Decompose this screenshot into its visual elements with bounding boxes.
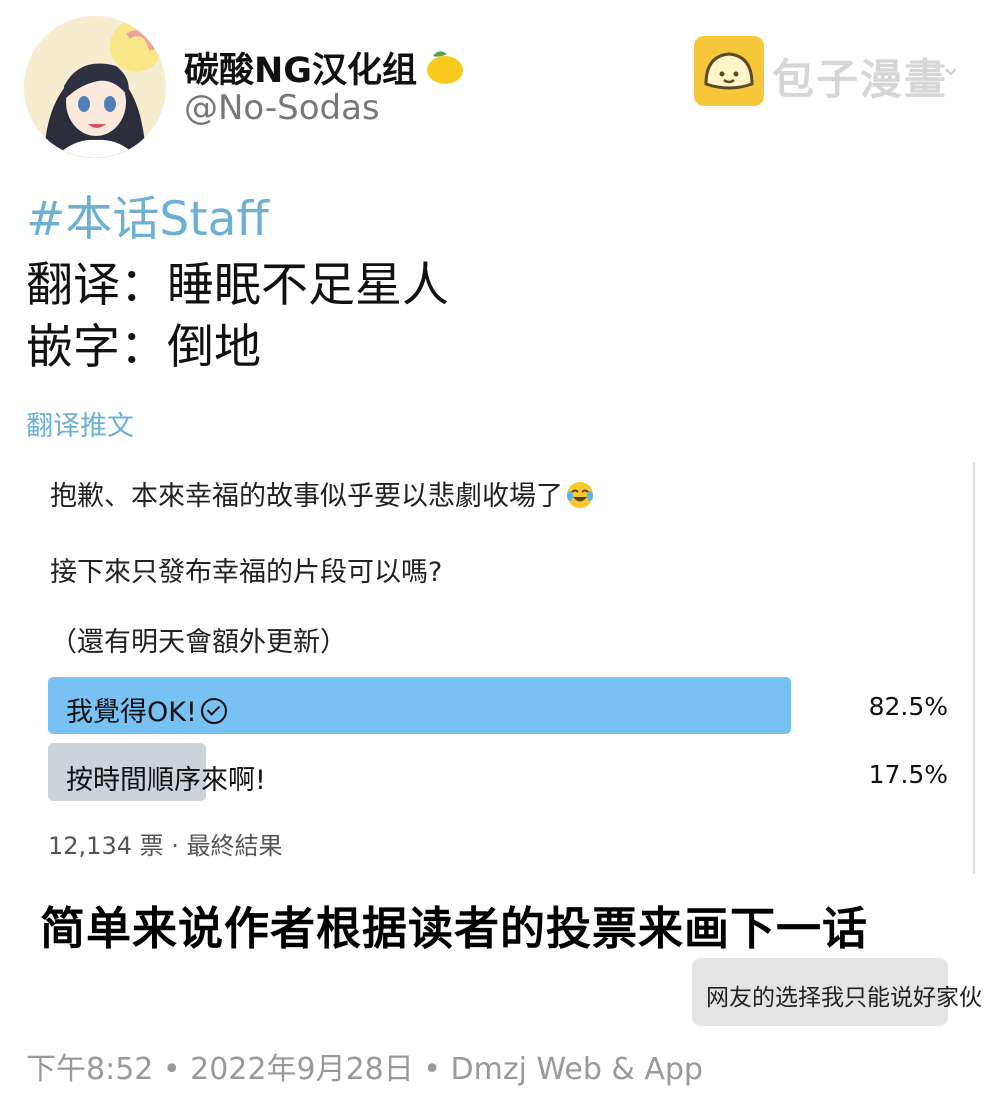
display-name-text: 碳酸NG汉化组 [184,51,418,91]
crying-laughing-icon [565,480,595,517]
check-circle-icon [200,698,227,724]
credit-line-typesetting: 嵌字：倒地 [26,320,261,375]
tweet-text-line-1-text: 抱歉、本來幸福的故事似乎要以悲劇收場了 [50,481,563,512]
chevron-down-icon[interactable]: ⌄ [940,52,962,82]
poll-option-2-label[interactable]: 按時間順序來啊! [66,758,266,797]
lemon-icon [421,46,465,95]
poll-option-2-percent: 17.5% [868,760,948,789]
watermark-text: 包子漫畫 [772,55,949,104]
poll-option-1-percent: 82.5% [868,692,948,721]
avatar[interactable] [24,16,166,158]
poll-option-1-label: 我覺得OK! [66,697,197,728]
comment-bubble-text: 网友的选择我只能说好家伙 [706,985,982,1011]
bun-logo-icon [694,36,764,106]
tweet-meta[interactable]: 下午8:52 • 2022年9月28日 • Dmzj Web & App [26,1044,703,1088]
poll-footer: 12,134 票 · 最終結果 [48,832,283,860]
card-divider [973,462,975,874]
hashtag-link[interactable]: #本话Staff [26,180,269,249]
tweet-text-line-3: （還有明天會額外更新） [50,627,347,658]
quoted-tweet-card[interactable] [40,460,974,874]
translate-tweet-link[interactable]: 翻译推文 [26,404,134,443]
poll-option-1[interactable]: 我覺得OK! [66,690,227,729]
credit-line-translation: 翻译：睡眠不足星人 [26,258,449,313]
tweet-text-line-2: 接下來只發布幸福的片段可以嗎? [50,557,443,588]
handle[interactable]: @No-Sodas [184,88,380,128]
summary-caption: 简单来说作者根据读者的投票来画下一话 [40,902,869,955]
tweet-text-line-1: 抱歉、本來幸福的故事似乎要以悲劇收場了 [50,474,595,517]
